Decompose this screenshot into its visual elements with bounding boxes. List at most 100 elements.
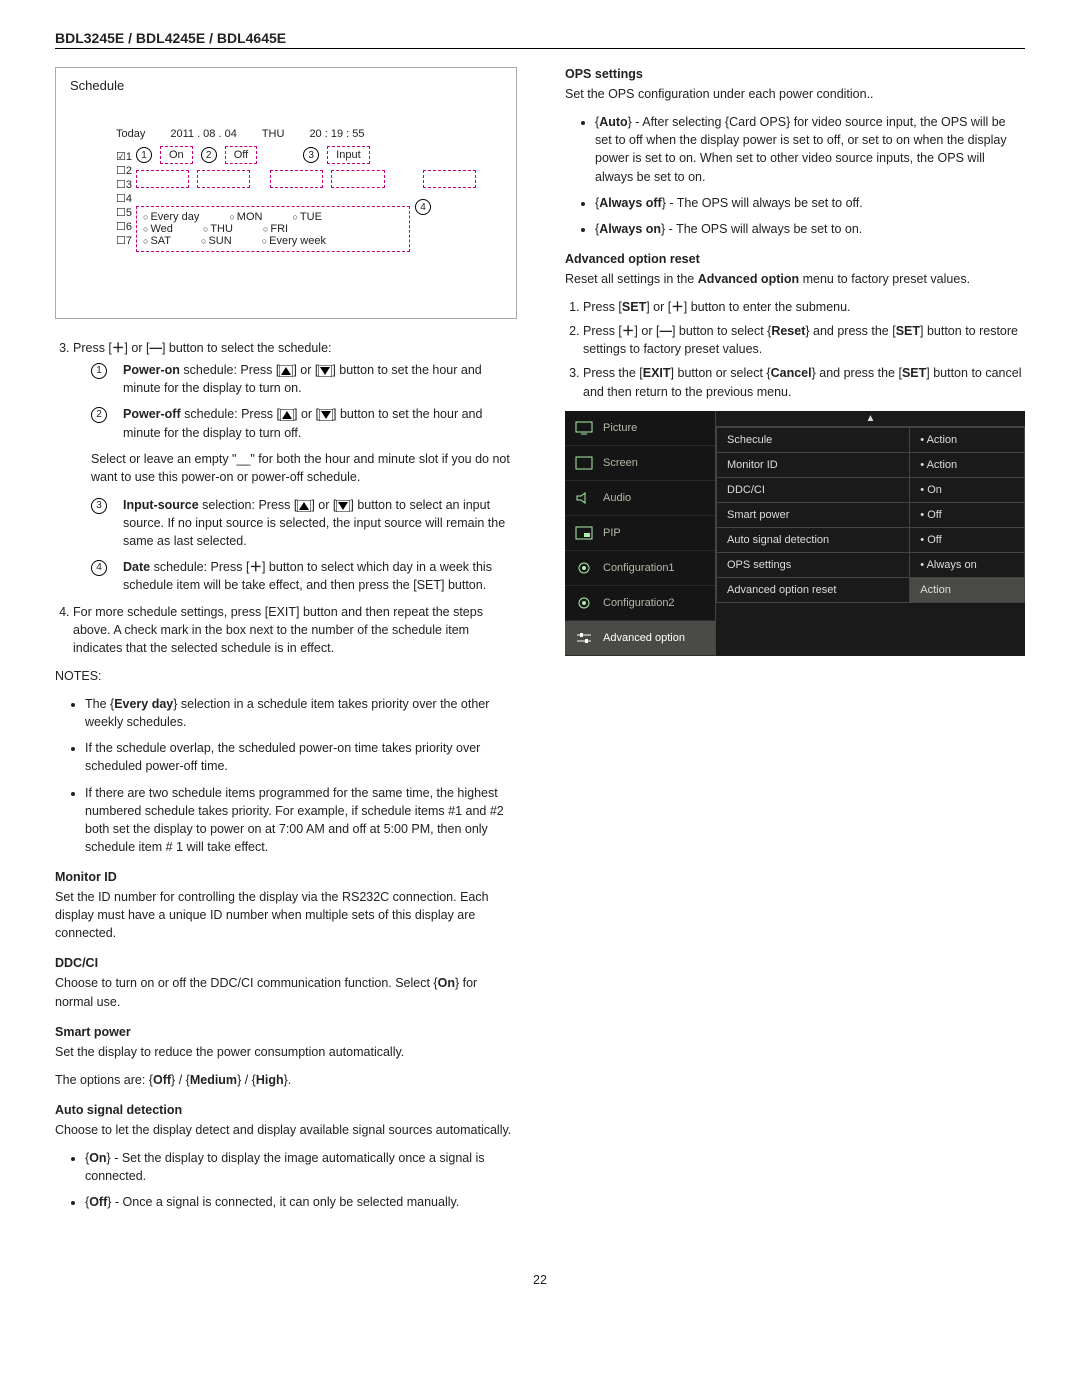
callout-2: 2: [201, 147, 217, 163]
sub-power-on: 1 Power-on schedule: Press [] or [] butt…: [91, 361, 515, 397]
nav-config2[interactable]: Configuration2: [565, 586, 715, 621]
adv-reset-step-3: Press the [EXIT] button or select {Cance…: [583, 364, 1025, 400]
schedule-osd: Schedule Today 2011 . 08 . 04 THU 20 : 1…: [55, 67, 517, 319]
day-everyweek: Every week: [262, 235, 326, 247]
today-date: 2011 . 08 . 04: [170, 128, 236, 140]
auto-on-option: {On} - Set the display to display the im…: [85, 1149, 515, 1185]
row-schedule: ScheculeAction: [717, 427, 1025, 452]
schedule-row-numbers: ☑1 ☐2 ☐3 ☐4 ☐5 ☐6 ☐7: [116, 150, 132, 248]
note-2: If the schedule overlap, the scheduled p…: [85, 739, 515, 775]
advanced-option-osd: Picture Screen Audio PIP Configuration1 …: [565, 411, 1025, 656]
day-thu: THU: [203, 223, 233, 235]
today-label: Today: [116, 128, 145, 140]
auto-signal-options: {On} - Set the display to display the im…: [55, 1149, 515, 1211]
adv-reset-step-2: Press [＋] or [—] button to select {Reset…: [583, 322, 1025, 358]
callout-1: 1: [136, 147, 152, 163]
nav-audio[interactable]: Audio: [565, 481, 715, 516]
sub-input-source: 3 Input-source selection: Press [] or []…: [91, 496, 515, 550]
up-arrow-icon: ▲: [716, 411, 1025, 427]
ops-always-on: {Always on} - The OPS will always be set…: [595, 220, 1025, 238]
row-monitor-id: Monitor IDAction: [717, 452, 1025, 477]
day-fri: FRI: [263, 223, 288, 235]
schedule-osd-body: Today 2011 . 08 . 04 THU 20 : 19 : 55 ☑1…: [116, 128, 476, 252]
monitor-icon: [575, 421, 593, 435]
input-slot: [423, 170, 476, 188]
down-icon: [319, 409, 333, 421]
row-ops-settings: OPS settingsAlways on: [717, 552, 1025, 577]
input-field: Input: [327, 146, 369, 164]
left-column: Schedule Today 2011 . 08 . 04 THU 20 : 1…: [55, 67, 515, 1223]
page: BDL3245E / BDL4245E / BDL4645E Schedule …: [0, 0, 1080, 1327]
sliders-icon: [575, 631, 593, 645]
day-everyday: Every day: [143, 211, 199, 223]
schedule-time-slots: [136, 170, 476, 188]
ops-options: {Auto} - After selecting {Card OPS} for …: [565, 113, 1025, 238]
pip-icon: [575, 526, 593, 540]
section-smart-power: Smart power: [55, 1025, 515, 1039]
nav-screen[interactable]: Screen: [565, 446, 715, 481]
sub-date-schedule: 4 Date schedule: Press [＋] button to sel…: [91, 558, 515, 594]
step-3-subitems: 1 Power-on schedule: Press [] or [] butt…: [91, 361, 515, 442]
right-column: OPS settings Set the OPS configuration u…: [565, 67, 1025, 1223]
row-adv-reset: Advanced option resetAction: [717, 577, 1025, 602]
today-time: 20 : 19 : 55: [309, 128, 364, 140]
page-header: BDL3245E / BDL4245E / BDL4645E: [55, 30, 1025, 49]
notes-list: The {Every day} selection in a schedule …: [55, 695, 515, 856]
section-monitor-id: Monitor ID: [55, 870, 515, 884]
monitor-id-text: Set the ID number for controlling the di…: [55, 888, 515, 942]
off-min-slot: [331, 170, 384, 188]
down-icon: [318, 365, 332, 377]
select-leave-note: Select or leave an empty "__" for both t…: [91, 450, 515, 486]
on-field: On: [160, 146, 193, 164]
up-icon: [280, 409, 294, 421]
schedule-days-group: 4 Every day MON TUE Wed THU FRI SAT: [136, 206, 410, 252]
on-hour-slot: [136, 170, 189, 188]
off-field: Off: [225, 146, 257, 164]
nav-pip[interactable]: PIP: [565, 516, 715, 551]
schedule-steps: Press [＋] or [—] button to select the sc…: [55, 339, 515, 657]
schedule-osd-title: Schedule: [56, 68, 516, 97]
nav-picture[interactable]: Picture: [565, 411, 715, 446]
two-column-layout: Schedule Today 2011 . 08 . 04 THU 20 : 1…: [55, 67, 1025, 1223]
today-dow: THU: [262, 128, 285, 140]
auto-text: Choose to let the display detect and dis…: [55, 1121, 515, 1139]
row-auto-signal: Auto signal detectionOff: [717, 527, 1025, 552]
ops-always-off: {Always off} - The OPS will always be se…: [595, 194, 1025, 212]
up-icon: [279, 365, 293, 377]
down-icon: [336, 500, 350, 512]
osd-nav-panel: Picture Screen Audio PIP Configuration1 …: [565, 411, 716, 656]
smart-text-1: Set the display to reduce the power cons…: [55, 1043, 515, 1061]
step-3: Press [＋] or [—] button to select the sc…: [73, 339, 515, 595]
adv-reset-text: Reset all settings in the Advanced optio…: [565, 270, 1025, 288]
sub-power-off: 2 Power-off schedule: Press [] or [] but…: [91, 405, 515, 441]
gear-icon: [575, 561, 593, 575]
row-ddcci: DDC/CIOn: [717, 477, 1025, 502]
step-3-subitems-b: 3 Input-source selection: Press [] or []…: [91, 496, 515, 595]
osd-values-panel: ▲ ScheculeAction Monitor IDAction DDC/CI…: [716, 411, 1025, 656]
day-tue: TUE: [292, 211, 321, 223]
day-wed: Wed: [143, 223, 173, 235]
day-sun: SUN: [201, 235, 232, 247]
screen-icon: [575, 456, 593, 470]
note-1: The {Every day} selection in a schedule …: [85, 695, 515, 731]
adv-reset-steps: Press [SET] or [＋] button to enter the s…: [565, 298, 1025, 401]
smart-text-2: The options are: {Off} / {Medium} / {Hig…: [55, 1071, 515, 1089]
osd-values-table: ScheculeAction Monitor IDAction DDC/CIOn…: [716, 427, 1025, 603]
ops-text: Set the OPS configuration under each pow…: [565, 85, 1025, 103]
adv-reset-step-1: Press [SET] or [＋] button to enter the s…: [583, 298, 1025, 316]
nav-config1[interactable]: Configuration1: [565, 551, 715, 586]
nav-advanced-option[interactable]: Advanced option: [565, 621, 715, 656]
step-4: For more schedule settings, press [EXIT]…: [73, 603, 515, 657]
up-icon: [297, 500, 311, 512]
section-auto-signal: Auto signal detection: [55, 1103, 515, 1117]
off-hour-slot: [270, 170, 323, 188]
row-smart-power: Smart powerOff: [717, 502, 1025, 527]
gear-icon: [575, 596, 593, 610]
schedule-on-off-input-row: 1 On 2 Off 3 Input: [136, 146, 476, 164]
section-adv-reset: Advanced option reset: [565, 252, 1025, 266]
notes-label: NOTES:: [55, 667, 515, 685]
speaker-icon: [575, 491, 593, 505]
on-min-slot: [197, 170, 250, 188]
auto-off-option: {Off} - Once a signal is connected, it c…: [85, 1193, 515, 1211]
callout-4: 4: [415, 199, 431, 215]
